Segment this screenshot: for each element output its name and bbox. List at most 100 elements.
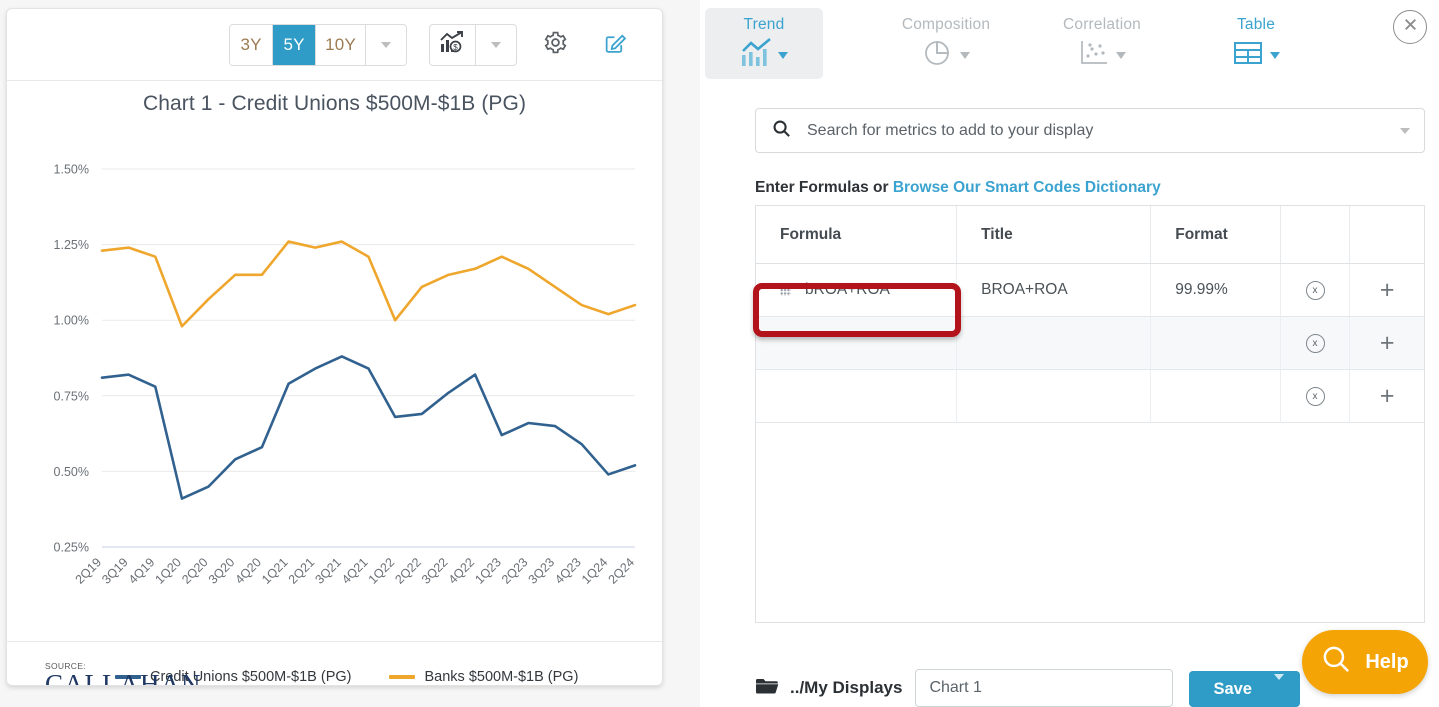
search-icon [772, 119, 791, 143]
chevron-down-icon[interactable] [960, 52, 970, 59]
svg-text:1Q24: 1Q24 [579, 555, 611, 587]
table-grid-icon [1232, 38, 1266, 73]
search-input[interactable] [805, 120, 1400, 141]
chevron-down-icon[interactable] [778, 52, 788, 59]
formulas-heading: Enter Formulas or Browse Our Smart Codes… [755, 179, 1439, 197]
svg-text:4Q20: 4Q20 [232, 555, 264, 587]
svg-text:2Q22: 2Q22 [392, 555, 424, 587]
plus-icon: + [1379, 275, 1395, 304]
add-row-button[interactable]: + [1350, 264, 1424, 317]
svg-text:1.50%: 1.50% [54, 163, 89, 177]
chevron-down-icon[interactable] [1270, 52, 1280, 59]
chevron-down-icon[interactable] [1400, 127, 1410, 134]
callahan-logo: SOURCE: CALLAHAN & ASSOCIATES [45, 661, 213, 685]
close-icon [1403, 17, 1418, 37]
range-button-10y[interactable]: 10Y [316, 24, 366, 65]
column-header-delete [1280, 206, 1351, 263]
chevron-down-icon [1273, 674, 1284, 697]
folder-icon [755, 676, 780, 700]
formula-cell[interactable]: bROA+ROA [756, 264, 958, 317]
svg-text:4Q22: 4Q22 [446, 555, 478, 587]
format-cell[interactable]: 99.99% [1151, 264, 1281, 317]
table-row: x + [756, 370, 1424, 423]
range-button-5y[interactable]: 5Y [273, 24, 317, 65]
svg-text:2Q21: 2Q21 [286, 555, 318, 587]
chevron-down-icon [491, 41, 501, 48]
format-cell[interactable] [1151, 370, 1281, 423]
save-dropdown-button[interactable] [1273, 674, 1300, 698]
drag-handle-icon[interactable] [780, 284, 791, 296]
metric-search-box[interactable] [755, 108, 1425, 153]
help-label: Help [1365, 650, 1409, 673]
delete-row-button[interactable]: x [1280, 370, 1351, 423]
svg-text:2Q24: 2Q24 [606, 555, 638, 587]
chart-type-dropdown-button[interactable] [476, 25, 516, 65]
svg-text:3Q22: 3Q22 [419, 555, 451, 587]
help-button[interactable]: Help [1302, 630, 1428, 694]
plus-icon: + [1379, 381, 1395, 410]
tab-trend[interactable]: Trend [705, 8, 823, 79]
smart-codes-dictionary-link[interactable]: Browse Our Smart Codes Dictionary [893, 179, 1161, 196]
pie-chart-icon [922, 38, 956, 73]
tab-correlation[interactable]: Correlation [1043, 8, 1161, 79]
app-screen: 3Y 5Y 10Y $ Chart 1 - Credit Unions $500… [0, 0, 1439, 707]
formula-table-header: Formula Title Format [756, 206, 1424, 264]
plus-icon: + [1379, 328, 1395, 357]
svg-text:0.75%: 0.75% [54, 389, 89, 403]
display-builder-panel: Trend Composition Correlation Table Sear… [700, 0, 1439, 707]
settings-button[interactable] [533, 23, 577, 67]
chevron-down-icon[interactable] [1116, 52, 1126, 59]
gear-icon [543, 30, 568, 60]
title-cell[interactable]: BROA+ROA [957, 264, 1152, 317]
tab-label: Composition [901, 16, 991, 33]
range-dropdown-button[interactable] [366, 24, 406, 65]
chart-title: Chart 1 - Credit Unions $500M-$1B (PG) [142, 92, 527, 115]
column-header-add [1350, 206, 1424, 263]
svg-text:3Q21: 3Q21 [312, 555, 344, 587]
search-icon [1321, 644, 1352, 680]
tab-label: Trend [743, 16, 785, 33]
add-row-button[interactable]: + [1350, 370, 1424, 423]
title-cell[interactable] [957, 370, 1152, 423]
line-chart-svg: 1.50%1.25%1.00%0.75%0.50%0.25%2Q193Q194Q… [54, 163, 638, 587]
chart-toolbar: 3Y 5Y 10Y $ [7, 9, 662, 81]
svg-text:1Q22: 1Q22 [366, 555, 398, 587]
close-panel-button[interactable] [1393, 10, 1427, 44]
save-button-group[interactable]: Save [1189, 671, 1300, 707]
svg-text:2Q20: 2Q20 [179, 555, 211, 587]
chart-card: 3Y 5Y 10Y $ Chart 1 - Credit Unions $500… [6, 8, 663, 686]
svg-text:3Q23: 3Q23 [526, 555, 558, 587]
delete-row-button[interactable]: x [1280, 264, 1351, 317]
tab-composition[interactable]: Composition [887, 8, 1005, 79]
svg-text:1Q20: 1Q20 [153, 555, 185, 587]
range-selector-group[interactable]: 3Y 5Y 10Y [229, 23, 407, 66]
remove-circle-icon: x [1305, 333, 1325, 353]
format-cell[interactable] [1151, 317, 1281, 370]
column-header-format: Format [1151, 206, 1281, 263]
table-row: x + [756, 317, 1424, 370]
save-display-bar: ../My Displays Save [755, 669, 1300, 707]
delete-row-button[interactable]: x [1280, 317, 1351, 370]
chart-dollar-icon: $ [440, 30, 465, 59]
chart-type-group[interactable]: $ [429, 23, 517, 66]
tab-label: Table [1236, 16, 1276, 33]
formula-cell[interactable] [756, 370, 958, 423]
range-button-3y[interactable]: 3Y [230, 24, 274, 65]
chart-plot-area: 1.50% 1.25% 1.00% 0.75% 0.50% 0.25% 2Q19 3Q19 4Q… [7, 122, 662, 587]
trend-chart-icon [740, 38, 774, 73]
title-cell[interactable] [957, 317, 1152, 370]
display-path-text: ../My Displays [790, 678, 903, 697]
svg-text:1Q21: 1Q21 [259, 555, 291, 587]
chart-type-button[interactable]: $ [430, 24, 476, 65]
tab-table[interactable]: Table [1197, 8, 1315, 79]
add-row-button[interactable]: + [1350, 317, 1424, 370]
formula-table: Formula Title Format bROA+ROA BROA+ROA 9… [755, 205, 1425, 623]
save-button[interactable]: Save [1189, 680, 1274, 699]
column-header-formula: Formula [756, 206, 958, 263]
svg-text:1.25%: 1.25% [54, 238, 89, 252]
formula-cell[interactable] [756, 317, 958, 370]
display-name-input[interactable] [915, 669, 1174, 707]
edit-button[interactable] [593, 23, 637, 67]
formulas-heading-text: Enter Formulas or [755, 179, 893, 196]
svg-text:0.50%: 0.50% [54, 465, 89, 479]
